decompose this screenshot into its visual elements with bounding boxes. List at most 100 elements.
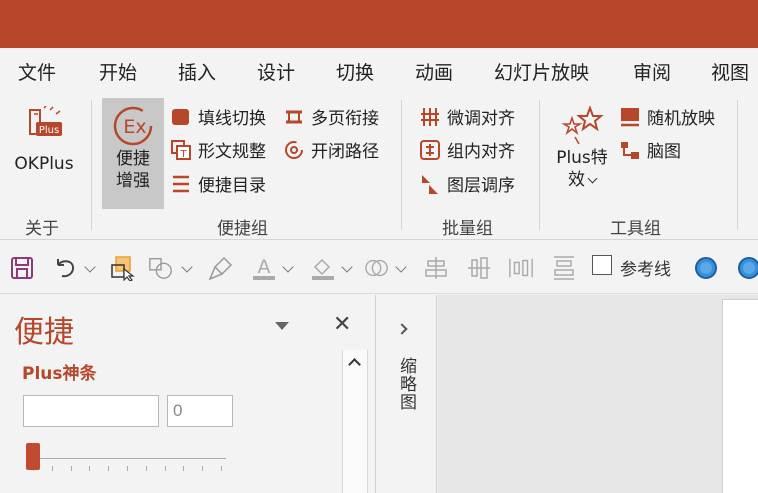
layer-order-label: 图层调序: [447, 176, 515, 196]
blue-circle-icon-2[interactable]: [736, 255, 758, 281]
shape-text-icon: T: [170, 139, 192, 161]
group-batch-label: 批量组: [442, 219, 493, 239]
merge-shapes-dropdown-chevron-icon[interactable]: [395, 261, 407, 273]
close-icon[interactable]: ✕: [333, 312, 351, 337]
slider-tick: [164, 466, 166, 471]
multi-page-connect-label: 多页衔接: [311, 109, 379, 129]
ribbon: Plus OKPlus 关于 Ex 便捷 增强 填线切换 多页衔接 T 形文规整: [0, 94, 758, 240]
distribute-horizontal-icon[interactable]: [508, 255, 534, 281]
group-tools-label: 工具组: [610, 219, 661, 239]
slider-tick: [51, 466, 53, 471]
plus-bar-value-input[interactable]: [167, 395, 233, 427]
reference-line-label: 参考线: [620, 260, 671, 280]
tab-review[interactable]: 审阅: [633, 58, 671, 85]
fill-line-toggle-label: 填线切换: [198, 109, 266, 129]
mind-map-icon: [619, 139, 641, 161]
slider-tick: [89, 466, 91, 471]
fine-align-label: 微调对齐: [447, 109, 515, 129]
pane-scrollbar[interactable]: [342, 350, 368, 493]
quick-toc-label: 便捷目录: [198, 176, 266, 196]
layer-order-button[interactable]: 图层调序: [419, 171, 515, 196]
thumbnails-label[interactable]: 缩略图: [394, 357, 419, 411]
enhance-label-line2: 增强: [116, 171, 150, 191]
plus-effects-label-line2: 效: [551, 170, 613, 190]
undo-dropdown-chevron-icon[interactable]: [84, 261, 96, 273]
merge-shapes-icon[interactable]: [364, 255, 390, 281]
slide-canvas: [438, 295, 758, 493]
group-align-icon: [419, 139, 441, 161]
distribute-vertical-icon[interactable]: [551, 255, 577, 281]
group-align-button[interactable]: 组内对齐: [419, 137, 515, 162]
random-show-button[interactable]: 随机放映: [619, 104, 715, 129]
group-convenience-label: 便捷组: [217, 219, 268, 239]
slider-tick: [221, 466, 222, 471]
plus-bar-slider-thumb[interactable]: [26, 443, 40, 470]
tab-insert[interactable]: 插入: [178, 58, 216, 85]
fill-color-icon[interactable]: [310, 255, 336, 281]
okplus-logo-icon: Plus: [29, 106, 62, 136]
shapes-icon[interactable]: [148, 255, 174, 281]
open-close-path-button[interactable]: 开闭路径: [283, 137, 379, 162]
align-middle-icon[interactable]: [466, 255, 492, 281]
slider-tick: [183, 466, 185, 471]
enhance-button[interactable]: Ex 便捷 增强: [102, 98, 164, 209]
quick-toc-button[interactable]: 便捷目录: [170, 171, 266, 196]
pane-title: 便捷: [14, 315, 74, 350]
shapes-dropdown-chevron-icon[interactable]: [181, 261, 193, 273]
format-painter-icon[interactable]: [208, 255, 234, 281]
tab-transitions[interactable]: 切换: [336, 58, 374, 85]
random-show-icon: [619, 106, 641, 128]
expand-arrow-icon[interactable]: [396, 323, 408, 335]
mind-map-button[interactable]: 脑图: [619, 137, 681, 162]
tab-view[interactable]: 视图: [711, 58, 749, 85]
pane-subtitle: Plus神条: [22, 364, 97, 384]
align-center-icon[interactable]: [423, 255, 449, 281]
okplus-button[interactable]: Plus OKPlus: [10, 104, 78, 180]
slider-tick: [145, 466, 147, 471]
group-separator: [91, 100, 92, 230]
svg-text:Ex: Ex: [123, 116, 146, 138]
undo-icon[interactable]: [52, 255, 78, 281]
select-shape-icon[interactable]: [110, 255, 136, 281]
fine-align-icon: [419, 106, 441, 128]
plus-bar-slider-track[interactable]: [28, 458, 226, 459]
fill-line-toggle-button[interactable]: 填线切换: [170, 104, 266, 129]
tab-file[interactable]: 文件: [18, 58, 56, 85]
blue-circle-icon[interactable]: [693, 255, 719, 281]
tab-slideshow[interactable]: 幻灯片放映: [494, 58, 589, 85]
slide[interactable]: [722, 299, 758, 493]
enhance-label-line1: 便捷: [116, 149, 150, 169]
mind-map-label: 脑图: [647, 142, 681, 162]
menu-bar: 文件 开始 插入 设计 切换 动画 幻灯片放映 审阅 视图: [0, 48, 758, 94]
svg-text:T: T: [179, 149, 187, 160]
slider-tick: [202, 466, 204, 471]
fill-color-dropdown-chevron-icon[interactable]: [341, 261, 353, 273]
tab-animations[interactable]: 动画: [415, 58, 453, 85]
group-separator: [401, 100, 402, 230]
scroll-up-arrow-icon[interactable]: [348, 358, 361, 371]
plus-bar-input[interactable]: [23, 395, 159, 427]
tab-design[interactable]: 设计: [257, 58, 295, 85]
group-align-label: 组内对齐: [447, 142, 515, 162]
multi-page-connect-button[interactable]: 多页衔接: [283, 104, 379, 129]
font-color-icon[interactable]: A: [251, 255, 277, 281]
layer-order-icon: [419, 173, 441, 195]
save-icon[interactable]: [9, 255, 35, 281]
shape-text-regulate-button[interactable]: T 形文规整: [170, 137, 266, 162]
tab-home[interactable]: 开始: [99, 58, 137, 85]
reference-line-checkbox[interactable]: [592, 255, 612, 275]
okplus-label: OKPlus: [14, 154, 74, 174]
open-close-path-label: 开闭路径: [311, 142, 379, 162]
pane-options-caret-icon[interactable]: [275, 322, 289, 330]
plus-effects-label-line1: Plus特: [556, 148, 608, 168]
plus-effects-button[interactable]: Plus特 效: [551, 104, 613, 208]
font-color-dropdown-chevron-icon[interactable]: [282, 261, 294, 273]
svg-text:A: A: [258, 256, 271, 278]
thumbnail-strip: 缩略图: [377, 295, 437, 493]
slider-tick: [70, 466, 72, 471]
fine-align-button[interactable]: 微调对齐: [419, 104, 515, 129]
slider-tick: [127, 466, 128, 471]
title-bar: [0, 0, 758, 48]
slider-tick: [108, 466, 110, 471]
ex-enhance-icon: Ex: [113, 106, 153, 146]
